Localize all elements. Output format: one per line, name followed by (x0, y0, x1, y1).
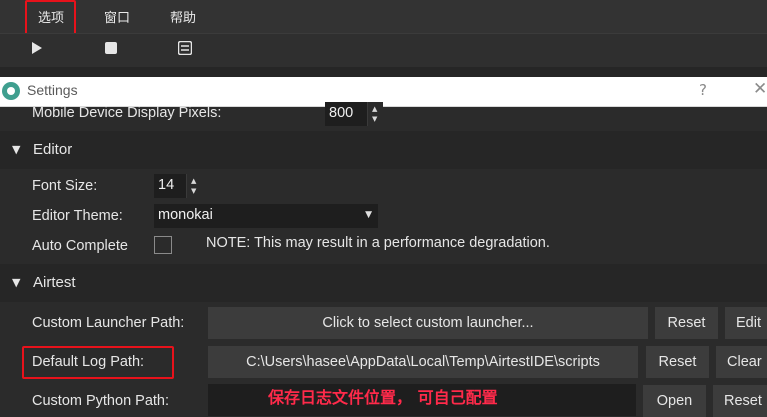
custom-launcher-edit-button[interactable]: Edit (725, 307, 767, 339)
mobile-display-pixels-spinbox[interactable]: 800 ▲ ▼ (325, 102, 383, 126)
settings-gear-icon (2, 82, 20, 100)
auto-complete-label: Auto Complete (32, 238, 128, 254)
section-airtest-title: Airtest (33, 274, 76, 291)
menu-options-highlight (25, 0, 76, 36)
custom-python-label: Custom Python Path: (32, 393, 170, 409)
close-icon[interactable]: ✕ (753, 79, 767, 99)
section-editor-title: Editor (33, 141, 73, 158)
section-airtest[interactable] (0, 264, 767, 302)
section-editor[interactable] (0, 131, 767, 169)
auto-complete-note: NOTE: This may result in a performance d… (206, 235, 550, 251)
editor-theme-label: Editor Theme: (32, 208, 123, 224)
mobile-display-pixels-value: 800 (329, 105, 354, 121)
auto-complete-checkbox[interactable] (154, 236, 172, 254)
stop-icon[interactable] (104, 41, 118, 55)
spin-arrows[interactable]: ▲ ▼ (367, 102, 383, 126)
help-button[interactable]: ? (699, 81, 707, 99)
default-log-path-label: Default Log Path: (32, 354, 145, 370)
play-icon[interactable] (30, 41, 44, 55)
list-icon[interactable] (178, 41, 192, 55)
toolbar-separator (0, 67, 767, 77)
font-size-value: 14 (158, 177, 175, 193)
default-log-path-reset-button[interactable]: Reset (646, 346, 709, 378)
menu-window[interactable]: 窗口 (104, 7, 130, 26)
mobile-display-pixels-label: Mobile Device Display Pixels: (32, 105, 222, 121)
custom-launcher-reset-button[interactable]: Reset (655, 307, 718, 339)
spin-down-icon[interactable]: ▼ (372, 115, 377, 123)
spin-up-icon[interactable]: ▲ (191, 177, 196, 185)
custom-launcher-label: Custom Launcher Path: (32, 315, 185, 331)
custom-python-open-button[interactable]: Open (643, 385, 706, 417)
editor-theme-value: monokai (158, 207, 213, 223)
font-size-label: Font Size: (32, 178, 98, 194)
custom-python-reset-button[interactable]: Reset (713, 385, 767, 417)
default-log-path-field[interactable]: C:\Users\hasee\AppData\Local\Temp\Airtes… (208, 346, 638, 378)
spin-arrows[interactable]: ▲ ▼ (186, 174, 202, 198)
editor-theme-select[interactable]: monokai ▼ (154, 204, 378, 228)
font-size-spinbox[interactable]: 14 ▲ ▼ (154, 174, 202, 198)
default-log-path-clear-button[interactable]: Clear (716, 346, 767, 378)
spin-down-icon[interactable]: ▼ (191, 187, 196, 195)
annotation-text: 保存日志文件位置， 可自己配置 (268, 388, 498, 407)
dialog-title-bar (0, 77, 767, 107)
chevron-down-icon[interactable]: ▼ (365, 210, 372, 220)
menu-help[interactable]: 帮助 (170, 7, 196, 26)
spin-up-icon[interactable]: ▲ (372, 105, 377, 113)
collapse-arrow-icon[interactable]: ▼ (12, 276, 20, 289)
custom-launcher-field[interactable]: Click to select custom launcher... (208, 307, 648, 339)
dialog-title: Settings (27, 82, 78, 98)
collapse-arrow-icon[interactable]: ▼ (12, 143, 20, 156)
